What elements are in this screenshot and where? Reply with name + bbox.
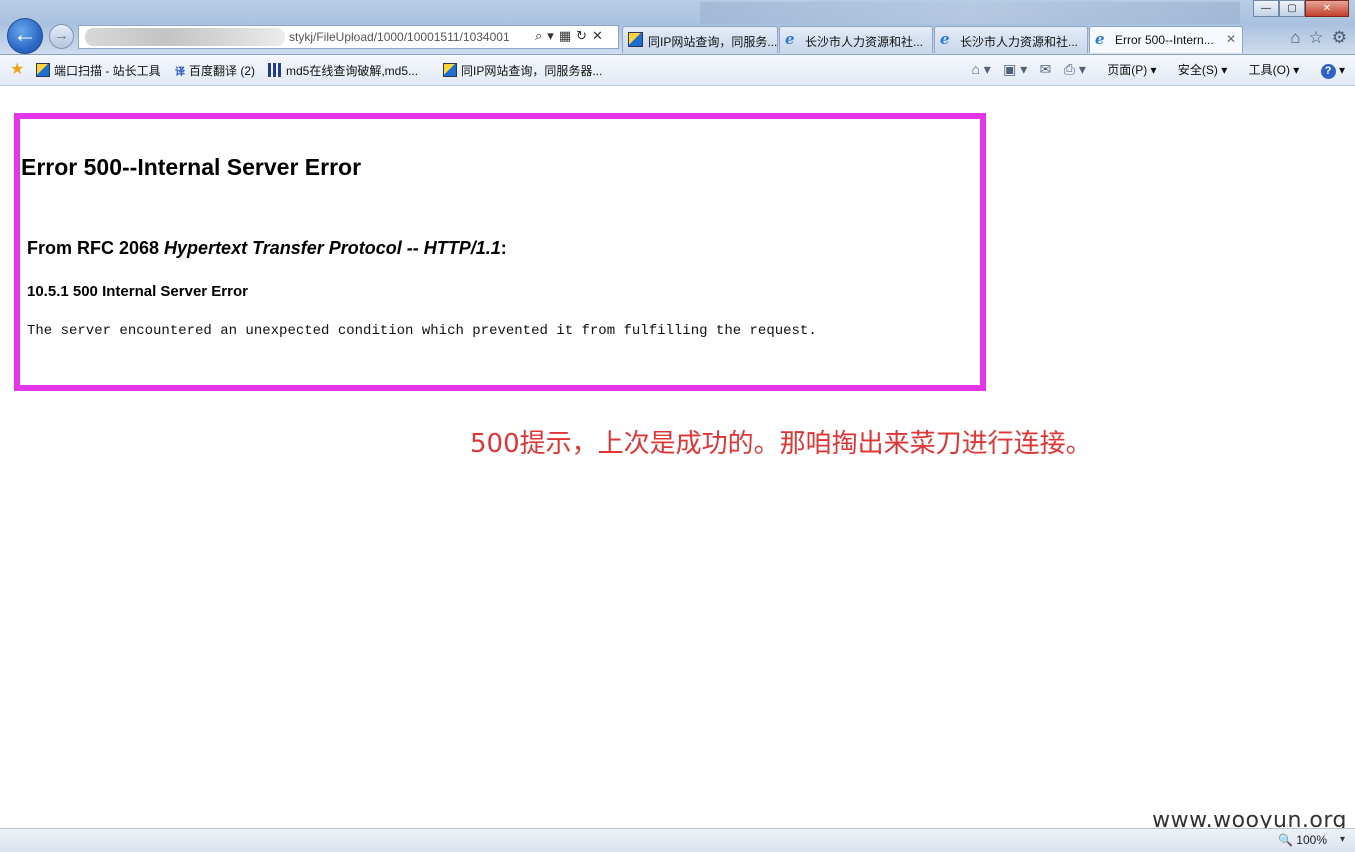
- gear-icon[interactable]: ⚙: [1332, 28, 1347, 47]
- tab-close-icon[interactable]: ✕: [1226, 32, 1236, 46]
- safety-menu-label: 安全(S): [1177, 63, 1218, 77]
- error-title: Error 500--Internal Server Error: [21, 154, 362, 180]
- tab-ip-lookup[interactable]: 同IP网站查询，同服务...: [622, 26, 778, 53]
- rfc-suffix: :: [500, 238, 507, 258]
- address-redacted: [85, 28, 285, 46]
- tab-label: 长沙市人力资源和社...: [805, 35, 924, 49]
- browser-toolbar: — ▢ ✕ ← → stykj/FileUpload/1000/10001511…: [0, 0, 1355, 55]
- rfc-protocol: Hypertext Transfer Protocol -- HTTP/1.1: [164, 238, 501, 258]
- browser-right-icons: ⌂ ☆ ⚙: [1282, 28, 1347, 48]
- rfc-heading: From RFC 2068 Hypertext Transfer Protoco…: [27, 238, 507, 259]
- rfc-prefix: From RFC 2068: [27, 238, 165, 258]
- site-icon: [628, 32, 643, 47]
- page-content: Error 500--Internal Server Error From RF…: [0, 86, 1355, 827]
- favorites-star-icon[interactable]: ☆: [1309, 28, 1324, 47]
- tab-label: Error 500--Intern...: [1115, 33, 1214, 47]
- ie-icon: e: [940, 30, 950, 48]
- zoom-dropdown-icon[interactable]: ▾: [1340, 834, 1345, 845]
- favorite-label: 同IP网站查询，同服务器...: [461, 64, 603, 78]
- tab-label: 长沙市人力资源和社...: [960, 35, 1079, 49]
- address-icons: ⌕ ▾ ▦ ↻ ✕: [535, 28, 608, 44]
- status-bar: 🔍 100% ▾: [0, 828, 1355, 852]
- zoom-level: 100%: [1296, 833, 1327, 847]
- section-heading: 10.5.1 500 Internal Server Error: [27, 283, 248, 300]
- safety-menu[interactable]: 安全(S) ▾: [1169, 63, 1227, 77]
- favorites-star-icon[interactable]: ★: [10, 59, 24, 79]
- mail-icon[interactable]: ✉: [1040, 61, 1052, 77]
- window-controls: — ▢ ✕: [1253, 0, 1349, 18]
- tools-menu-label: 工具(O): [1248, 63, 1290, 77]
- favorite-item[interactable]: 端口扫描 - 站长工具: [36, 62, 161, 79]
- back-button[interactable]: ←: [7, 18, 43, 54]
- favorite-label: 端口扫描 - 站长工具: [54, 64, 161, 78]
- tab-error-500[interactable]: e Error 500--Intern... ✕: [1089, 26, 1243, 53]
- favorites-bar: ★ 端口扫描 - 站长工具 译百度翻译 (2) md5在线查询破解,md5...…: [0, 55, 1355, 86]
- site-icon: [36, 63, 50, 77]
- close-window-button[interactable]: ✕: [1305, 0, 1349, 17]
- site-icon: [443, 63, 457, 77]
- blurred-background: [700, 2, 1240, 24]
- maximize-button[interactable]: ▢: [1279, 0, 1305, 17]
- tab-changsha-hr-2[interactable]: e 长沙市人力资源和社...: [934, 26, 1088, 53]
- ie-icon: e: [785, 30, 795, 48]
- favorite-item[interactable]: 同IP网站查询，同服务器...: [443, 62, 602, 79]
- forward-button[interactable]: →: [49, 24, 74, 49]
- refresh-icon[interactable]: ↻: [576, 28, 587, 44]
- zoom-control[interactable]: 🔍 100%: [1278, 833, 1327, 847]
- tab-changsha-hr-1[interactable]: e 长沙市人力资源和社...: [779, 26, 933, 53]
- address-url[interactable]: stykj/FileUpload/1000/10001511/1034001: [289, 30, 533, 44]
- home-icon[interactable]: ⌂ ▾: [971, 61, 990, 77]
- home-icon[interactable]: ⌂: [1290, 28, 1300, 47]
- help-menu[interactable]: ? ▾: [1312, 63, 1345, 79]
- error-message: The server encountered an unexpected con…: [27, 323, 817, 339]
- rss-feed-icon[interactable]: ▣ ▾: [1003, 61, 1027, 77]
- search-icon[interactable]: ⌕: [535, 28, 542, 44]
- command-bar: ⌂ ▾ ▣ ▾ ✉ ⎙ ▾ 页面(P) ▾ 安全(S) ▾ 工具(O) ▾ ? …: [962, 61, 1345, 79]
- forward-arrow-icon: →: [54, 27, 69, 44]
- stop-icon[interactable]: ✕: [592, 28, 603, 44]
- address-bar[interactable]: stykj/FileUpload/1000/10001511/1034001 ⌕…: [78, 25, 619, 49]
- ie-icon: e: [1095, 30, 1105, 48]
- dropdown-icon[interactable]: ▾: [547, 28, 554, 44]
- favorite-item[interactable]: 译百度翻译 (2): [175, 62, 255, 79]
- page-menu-label: 页面(P): [1107, 63, 1148, 77]
- favorite-item[interactable]: md5在线查询破解,md5...: [268, 62, 418, 79]
- grid-icon: [268, 63, 282, 77]
- baidu-translate-icon: 译: [175, 67, 185, 78]
- favorite-label: md5在线查询破解,md5...: [286, 64, 419, 78]
- print-icon[interactable]: ⎙ ▾: [1064, 61, 1086, 77]
- favorite-label: 百度翻译 (2): [189, 64, 256, 78]
- help-icon: ?: [1320, 64, 1336, 79]
- page-menu[interactable]: 页面(P) ▾: [1098, 63, 1156, 77]
- back-arrow-icon: ←: [13, 21, 37, 48]
- minimize-button[interactable]: —: [1253, 0, 1279, 17]
- compat-icon[interactable]: ▦: [559, 28, 571, 44]
- tab-label: 同IP网站查询，同服务...: [648, 35, 778, 49]
- annotation-text: 500提示，上次是成功的。那咱掏出来菜刀进行连接。: [470, 429, 1092, 459]
- tools-menu[interactable]: 工具(O) ▾: [1240, 63, 1300, 77]
- zoom-icon: 🔍: [1278, 833, 1294, 847]
